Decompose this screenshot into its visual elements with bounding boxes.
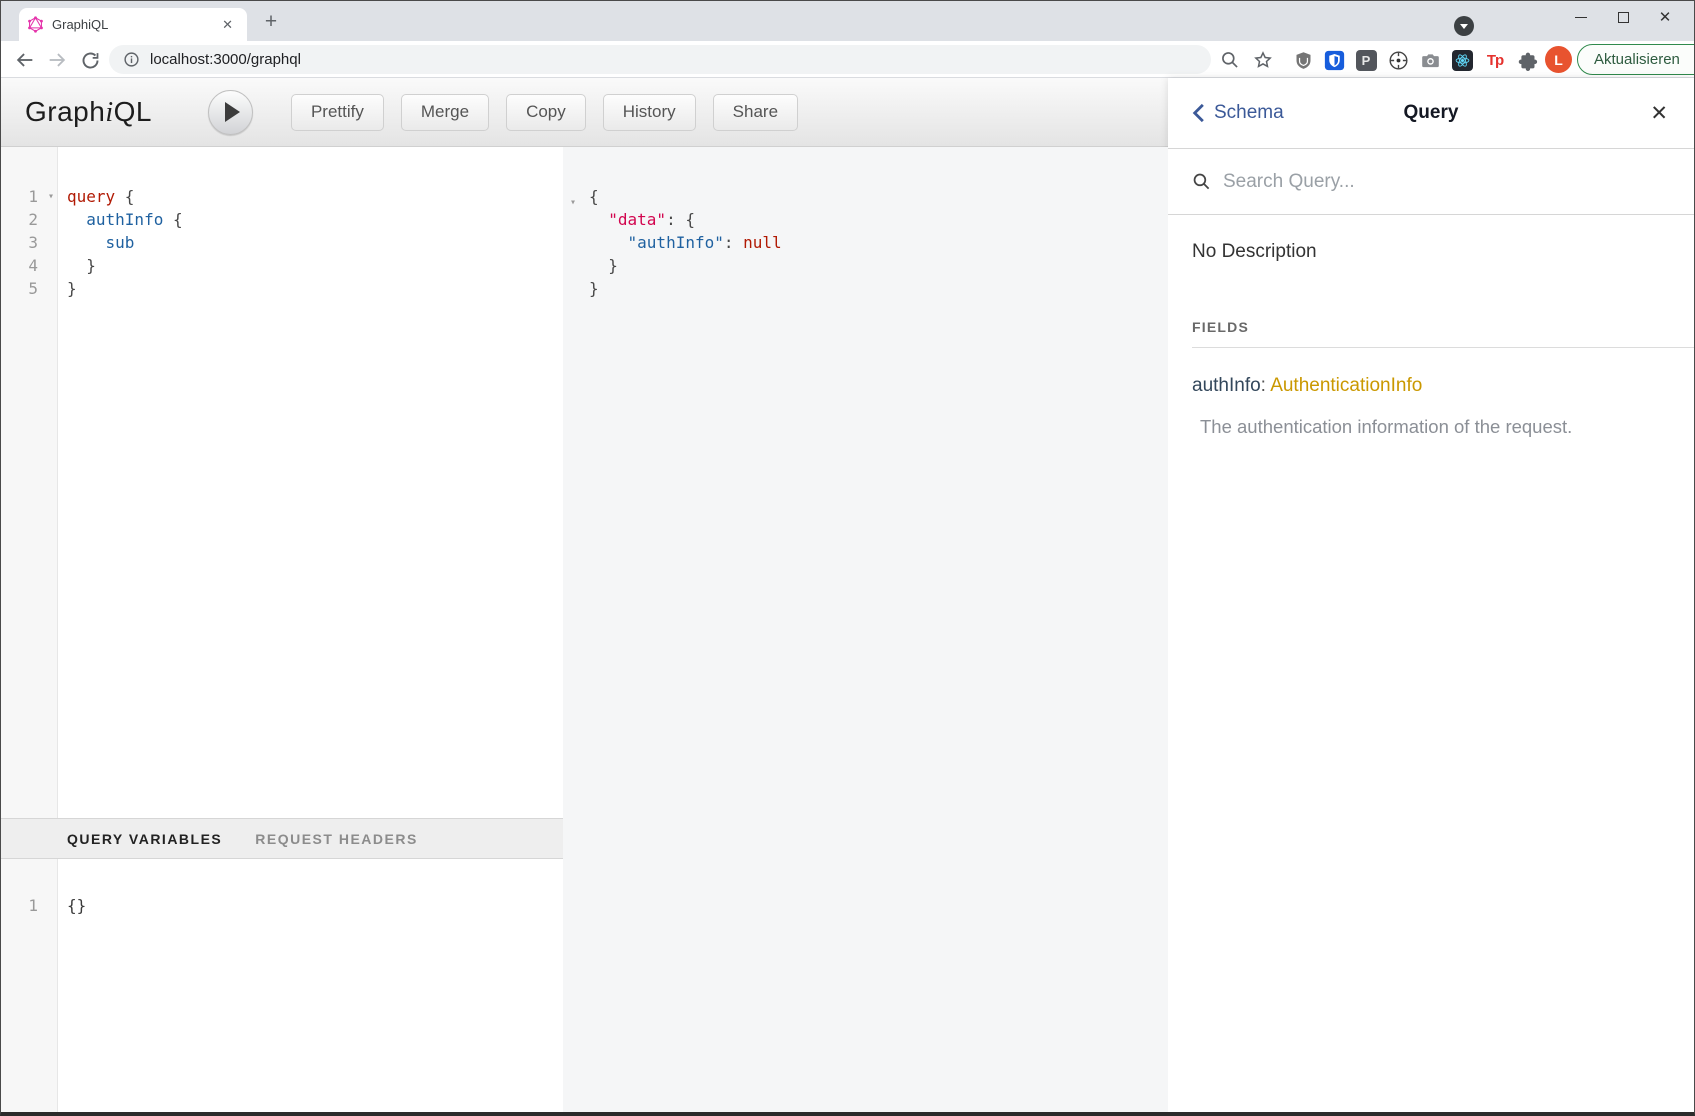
doc-explorer-panel: Schema Query ✕ No Description FIELDS aut… — [1168, 78, 1694, 1112]
play-icon — [225, 102, 240, 122]
p-extension-icon[interactable]: P — [1353, 47, 1379, 73]
react-devtools-extension-icon[interactable] — [1449, 47, 1475, 73]
browser-profile-avatar[interactable]: L — [1545, 46, 1572, 73]
graphql-favicon-icon — [27, 16, 44, 33]
tab-close-icon[interactable]: ✕ — [218, 15, 237, 35]
variables-editor-gutter: 1 — [1, 859, 58, 1112]
tab-title: GraphiQL — [52, 17, 218, 32]
url-text[interactable]: localhost:3000/graphql — [150, 51, 301, 68]
tab-search-icon[interactable] — [1454, 16, 1474, 36]
update-button-label: Aktualisieren — [1594, 51, 1680, 68]
graphiql-logo: GraphiQL — [25, 96, 152, 129]
line-number: 1 — [28, 187, 38, 206]
browser-tab-graphiql[interactable]: GraphiQL ✕ — [19, 8, 247, 41]
reload-icon[interactable] — [77, 47, 103, 73]
fold-arrow-icon[interactable]: ▾ — [570, 191, 576, 214]
doc-no-description: No Description — [1192, 241, 1670, 263]
doc-search-input[interactable] — [1223, 171, 1603, 193]
browser-update-button[interactable]: Aktualisieren ⋮ — [1577, 44, 1695, 75]
doc-field-type-link[interactable]: AuthenticationInfo — [1270, 375, 1422, 396]
line-number: 2 — [28, 210, 38, 229]
result-pane: ▾ { "data": { "authInfo": null } } — [563, 147, 1168, 1112]
doc-close-icon[interactable]: ✕ — [1650, 101, 1668, 126]
variables-editor[interactable]: 1 {} — [1, 859, 563, 1112]
line-number: 4 — [28, 256, 38, 275]
bookmark-star-icon[interactable] — [1250, 47, 1276, 73]
extensions-puzzle-icon[interactable] — [1514, 47, 1540, 73]
forward-icon[interactable] — [44, 47, 70, 73]
result-code: { "data": { "authInfo": null } } — [563, 147, 1168, 300]
execute-query-button[interactable] — [208, 90, 253, 135]
doc-field-name-link[interactable]: authInfo — [1192, 375, 1261, 396]
graphiql-page: GraphiQL Prettify Merge Copy History Sha… — [1, 78, 1694, 1112]
line-number: 3 — [28, 233, 38, 252]
variables-title-bar: QUERY VARIABLES REQUEST HEADERS — [1, 818, 563, 859]
line-number: 5 — [28, 279, 38, 298]
browser-navbar: localhost:3000/graphql P — [1, 41, 1694, 78]
tab-request-headers[interactable]: REQUEST HEADERS — [255, 831, 418, 847]
copy-button[interactable]: Copy — [506, 94, 586, 131]
browser-menu-dots-icon[interactable]: ⋮ — [1688, 50, 1695, 70]
search-icon — [1192, 172, 1211, 191]
tab-query-variables[interactable]: QUERY VARIABLES — [67, 831, 222, 847]
doc-title: Query — [1168, 102, 1694, 124]
bitwarden-extension-icon[interactable] — [1321, 47, 1347, 73]
fold-arrow-icon[interactable]: ▾ — [48, 185, 54, 208]
query-pane: 1 ▾ 2 3 4 5 query { authInfo { sub } } — [1, 147, 563, 1112]
close-window-button[interactable]: ✕ — [1644, 1, 1686, 33]
browser-window: GraphiQL ✕ + ✕ localhost:3000/graphql — [0, 0, 1695, 1116]
graphiql-main-column: GraphiQL Prettify Merge Copy History Sha… — [1, 78, 1168, 1112]
editors-area: 1 ▾ 2 3 4 5 query { authInfo { sub } } — [1, 147, 1168, 1112]
query-editor-gutter: 1 ▾ 2 3 4 5 — [1, 147, 58, 818]
line-number: 1 — [28, 896, 38, 915]
prettify-button[interactable]: Prettify — [291, 94, 384, 131]
minimize-button[interactable] — [1560, 1, 1602, 33]
ublock-extension-icon[interactable] — [1290, 47, 1316, 73]
camera-extension-icon[interactable] — [1417, 47, 1443, 73]
page-info-icon[interactable] — [123, 51, 140, 68]
crosshair-extension-icon[interactable] — [1385, 47, 1411, 73]
graphiql-toolbar: GraphiQL Prettify Merge Copy History Sha… — [1, 78, 1168, 147]
doc-field-description: The authentication information of the re… — [1200, 416, 1670, 438]
back-icon[interactable] — [12, 47, 38, 73]
toolbar-buttons: Prettify Merge Copy History Share — [291, 94, 798, 131]
doc-fields-header: FIELDS — [1192, 319, 1694, 348]
history-button[interactable]: History — [603, 94, 696, 131]
doc-body: No Description FIELDS authInfo: Authenti… — [1168, 215, 1694, 438]
browser-tab-strip: GraphiQL ✕ + ✕ — [1, 1, 1694, 41]
query-editor[interactable]: 1 ▾ 2 3 4 5 query { authInfo { sub } } — [1, 147, 563, 818]
maximize-button[interactable] — [1602, 1, 1644, 33]
share-button[interactable]: Share — [713, 94, 798, 131]
doc-field-separator: : — [1261, 375, 1271, 396]
query-code[interactable]: query { authInfo { sub } } — [58, 147, 563, 818]
tp-extension-icon[interactable]: Tp — [1482, 47, 1508, 73]
window-controls: ✕ — [1560, 1, 1686, 33]
zoom-icon[interactable] — [1217, 47, 1243, 73]
doc-explorer-header: Schema Query ✕ — [1168, 78, 1694, 149]
merge-button[interactable]: Merge — [401, 94, 489, 131]
new-tab-button[interactable]: + — [259, 11, 283, 35]
variables-code[interactable]: {} — [58, 859, 563, 1112]
url-bar[interactable]: localhost:3000/graphql — [109, 45, 1211, 74]
doc-search-row — [1168, 149, 1694, 215]
doc-field-item: authInfo: AuthenticationInfo — [1192, 375, 1670, 397]
